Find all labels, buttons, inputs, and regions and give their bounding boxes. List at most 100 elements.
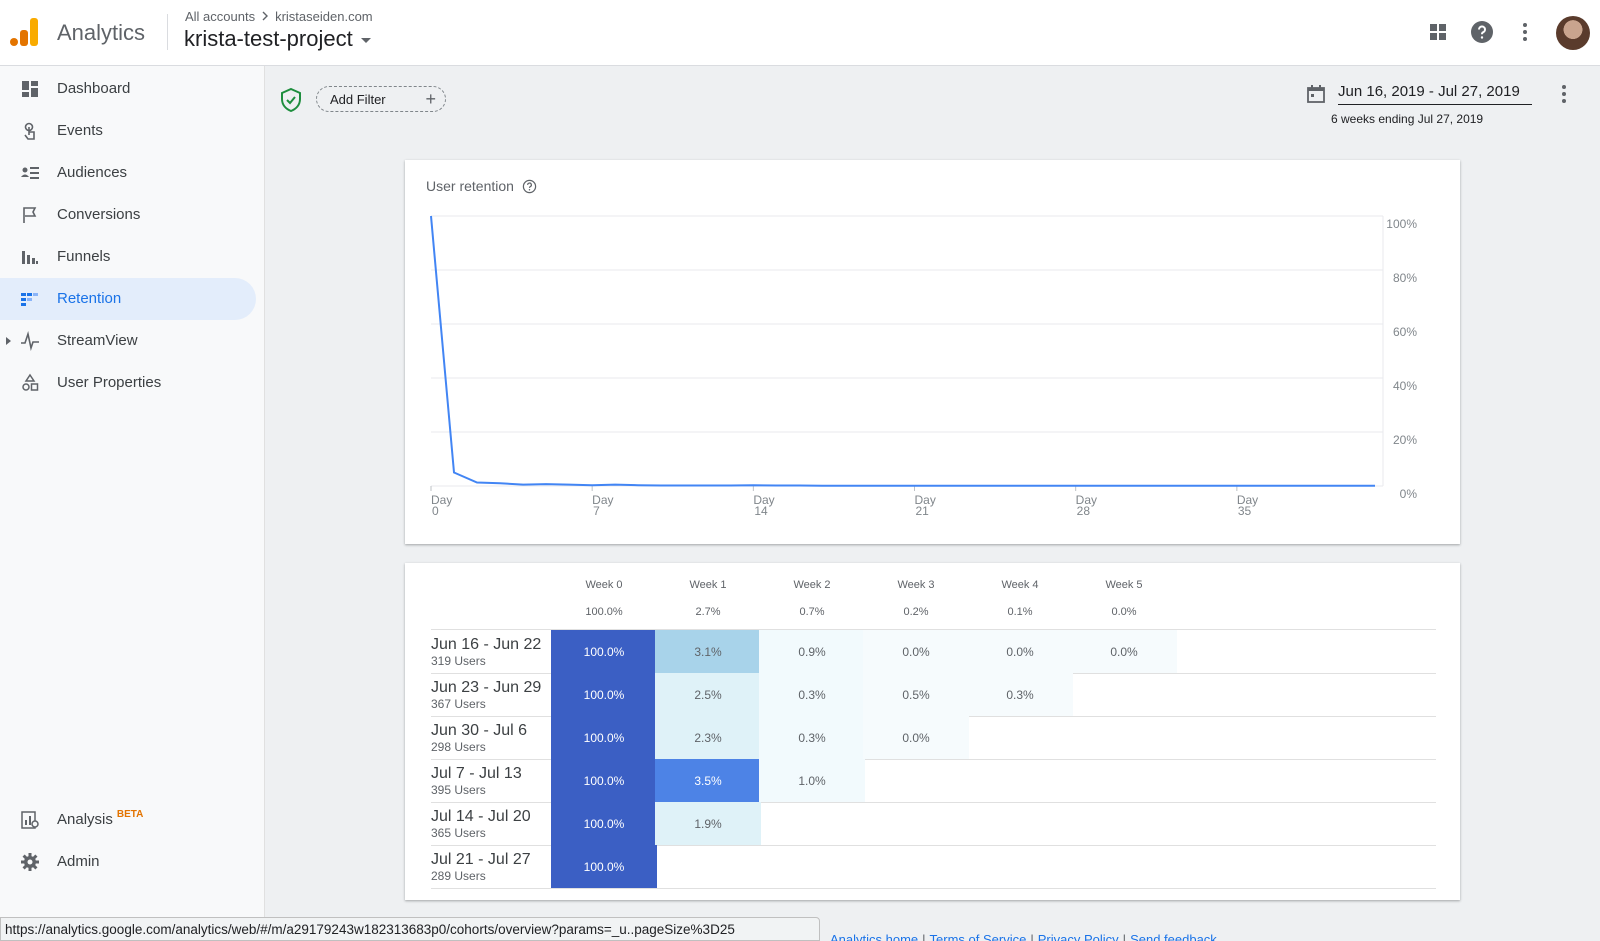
help-outline-icon[interactable] xyxy=(522,179,537,194)
chart-title: User retention xyxy=(426,178,537,194)
retention-cell[interactable]: 0.3% xyxy=(967,673,1073,716)
retention-cell[interactable]: 100.0% xyxy=(551,759,657,802)
dropdown-caret-icon xyxy=(360,38,371,43)
week-header[interactable]: Week 1 xyxy=(655,579,761,591)
x-tick-label: 28 xyxy=(1077,504,1091,518)
help-icon[interactable] xyxy=(1470,20,1494,44)
sidebar-item-events[interactable]: Events xyxy=(0,110,256,152)
retention-cell[interactable]: 1.0% xyxy=(759,759,865,802)
dashboard-icon xyxy=(22,81,38,97)
cohort-date-range: Jun 30 - Jul 6 xyxy=(431,722,528,739)
funnel-icon xyxy=(22,251,38,264)
retention-cell[interactable]: 3.1% xyxy=(655,630,761,673)
y-tick-label: 80% xyxy=(1393,271,1417,285)
browser-status-url: https://analytics.google.com/analytics/w… xyxy=(0,917,820,941)
date-range-subtitle: 6 weeks ending Jul 27, 2019 xyxy=(1331,112,1484,126)
plus-icon: + xyxy=(425,89,436,109)
breadcrumb: All accounts kristaseiden.com xyxy=(185,9,373,24)
cohort-user-count: 298 Users xyxy=(431,740,486,754)
x-tick-label: 21 xyxy=(916,504,930,518)
sidebar-item-label: Events xyxy=(57,122,103,139)
cohort-row-label: Jul 7 - Jul 13 395 Users xyxy=(431,765,561,797)
footer-link-terms[interactable]: Terms of Service xyxy=(930,932,1027,941)
week-average: 0.7% xyxy=(799,606,825,618)
sidebar-item-streamview[interactable]: StreamView xyxy=(0,320,256,362)
page-more-vert-icon[interactable] xyxy=(1552,82,1576,106)
x-tick-label: 14 xyxy=(754,504,768,518)
week-header[interactable]: Week 3 xyxy=(863,579,969,591)
week-header[interactable]: Week 0 xyxy=(551,579,657,591)
calendar-icon[interactable] xyxy=(1306,84,1326,104)
retention-cell[interactable]: 0.0% xyxy=(863,630,969,673)
retention-cell[interactable]: 0.5% xyxy=(863,673,969,716)
week-header[interactable]: Week 5 xyxy=(1071,579,1177,591)
retention-cell[interactable]: 0.0% xyxy=(863,716,969,759)
sidebar-item-label: Funnels xyxy=(57,248,111,265)
shapes-icon xyxy=(22,373,39,391)
footer-link-analytics-home[interactable]: Analytics home xyxy=(830,932,918,941)
retention-cell[interactable]: 100.0% xyxy=(551,802,657,845)
touch-icon xyxy=(24,122,35,140)
header-divider xyxy=(167,14,168,50)
date-range-selector[interactable]: Jun 16, 2019 - Jul 27, 2019 xyxy=(1338,83,1532,105)
user-retention-card: 100% 80% 60% 40% 20% 0% Day 0 Day 7 Day 14 Day 21 Day 2… xyxy=(405,160,1460,544)
retention-cell[interactable]: 0.3% xyxy=(759,716,865,759)
retention-cell[interactable]: 100.0% xyxy=(551,716,657,759)
footer-link-feedback[interactable]: Send feedback xyxy=(1130,932,1217,941)
cohort-date-range: Jul 14 - Jul 20 xyxy=(431,808,531,825)
project-selector[interactable]: krista-test-project xyxy=(184,26,371,52)
shield-check-icon[interactable] xyxy=(280,88,302,112)
sidebar-item-user-properties[interactable]: User Properties xyxy=(0,362,256,404)
cohort-row-label: Jun 16 - Jun 22 319 Users xyxy=(431,636,561,668)
streamview-icon xyxy=(21,331,39,351)
more-vert-icon[interactable] xyxy=(1513,20,1537,44)
retention-cell[interactable]: 100.0% xyxy=(551,630,657,673)
analytics-logo[interactable] xyxy=(10,16,40,48)
cohort-date-range: Jul 21 - Jul 27 xyxy=(431,851,531,868)
breadcrumb-root[interactable]: All accounts xyxy=(185,9,255,24)
sidebar-item-analysis[interactable]: Analysis BETA xyxy=(0,799,256,841)
footer-link-privacy[interactable]: Privacy Policy xyxy=(1038,932,1119,941)
retention-cell[interactable]: 0.0% xyxy=(1071,630,1177,673)
sidebar-item-label: Admin xyxy=(57,853,100,870)
sidebar-item-admin[interactable]: Admin xyxy=(0,841,256,883)
x-tick-label: 0 xyxy=(432,504,439,518)
sidebar-item-funnels[interactable]: Funnels xyxy=(0,236,256,278)
apps-grid-icon[interactable] xyxy=(1426,20,1450,44)
retention-cell[interactable]: 100.0% xyxy=(551,845,657,888)
gear-icon xyxy=(21,853,39,871)
retention-cell[interactable]: 100.0% xyxy=(551,673,657,716)
sidebar-item-retention[interactable]: Retention xyxy=(0,278,256,320)
retention-cell[interactable]: 0.3% xyxy=(759,673,865,716)
user-avatar[interactable] xyxy=(1556,16,1590,50)
cohort-row-label: Jul 14 - Jul 20 365 Users xyxy=(431,808,561,840)
sidebar-item-label: User Properties xyxy=(57,374,162,391)
sidebar-item-conversions[interactable]: Conversions xyxy=(0,194,256,236)
y-tick-label: 100% xyxy=(1386,217,1417,231)
add-filter-button[interactable]: Add Filter + xyxy=(316,86,446,112)
cohort-date-range: Jun 16 - Jun 22 xyxy=(431,636,542,653)
retention-cell[interactable]: 2.5% xyxy=(655,673,761,716)
week-header[interactable]: Week 2 xyxy=(759,579,865,591)
retention-series-line xyxy=(430,215,1375,487)
expand-arrow-icon[interactable] xyxy=(6,337,11,345)
cohort-row-label: Jul 21 - Jul 27 289 Users xyxy=(431,851,561,883)
retention-cell[interactable]: 0.0% xyxy=(967,630,1073,673)
retention-cell[interactable]: 2.3% xyxy=(655,716,761,759)
retention-cell[interactable]: 3.5% xyxy=(655,759,761,802)
cohort-row-label: Jun 23 - Jun 29 367 Users xyxy=(431,679,561,711)
sidebar-item-dashboard[interactable]: Dashboard xyxy=(0,68,256,110)
y-tick-label: 0% xyxy=(1400,487,1418,501)
cohort-date-range: Jun 23 - Jun 29 xyxy=(431,679,542,696)
sidebar-item-audiences[interactable]: Audiences xyxy=(0,152,256,194)
retention-cell[interactable]: 0.9% xyxy=(759,630,865,673)
project-name: krista-test-project xyxy=(184,26,353,51)
sidebar: Dashboard Events Audiences Conversions F… xyxy=(0,66,265,941)
week-header[interactable]: Week 4 xyxy=(967,579,1073,591)
retention-cell[interactable]: 1.9% xyxy=(655,802,761,845)
breadcrumb-account[interactable]: kristaseiden.com xyxy=(275,9,373,24)
top-app-bar: Analytics All accounts kristaseiden.com … xyxy=(0,0,1600,66)
cohort-user-count: 395 Users xyxy=(431,783,486,797)
flag-icon xyxy=(23,207,37,223)
chart-title-text: User retention xyxy=(426,178,514,194)
